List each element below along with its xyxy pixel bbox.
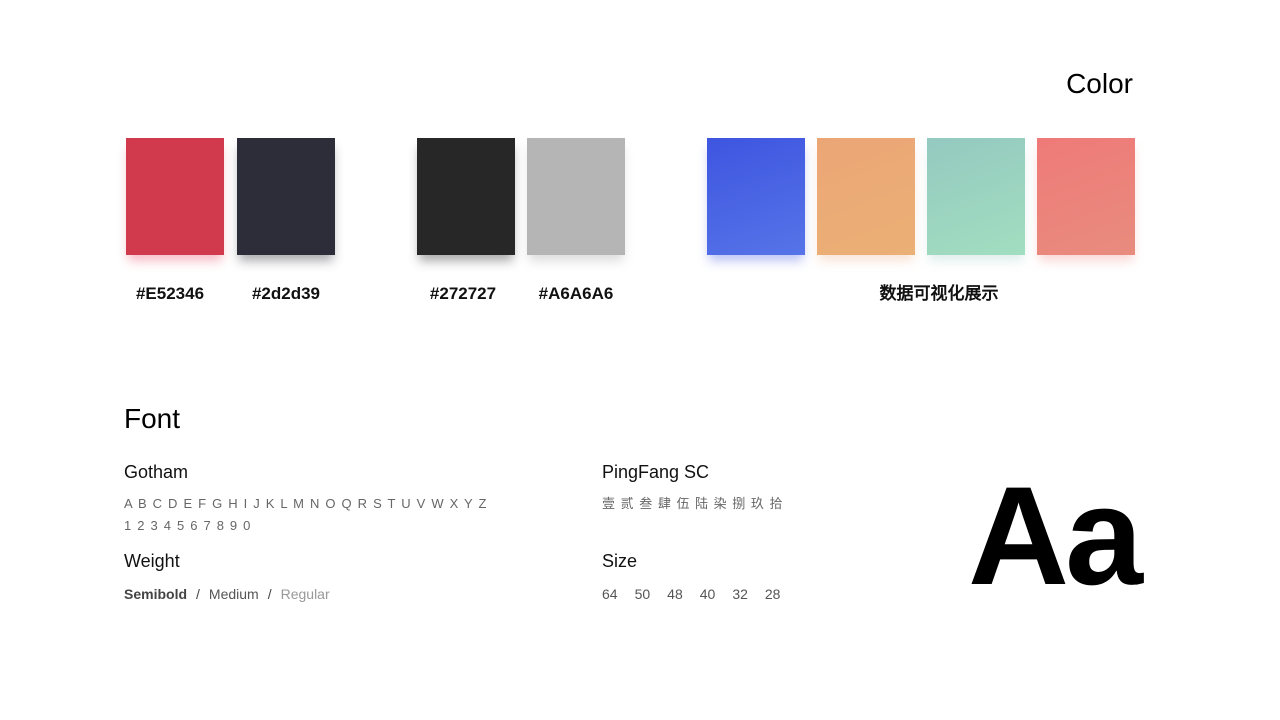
weight-medium: Medium — [208, 586, 259, 602]
dataviz-swatch-orange — [817, 138, 915, 255]
weight-separator: / — [267, 586, 272, 602]
size-value: 40 — [699, 586, 716, 602]
size-value: 64 — [602, 586, 618, 602]
weight-regular: Regular — [280, 586, 330, 602]
size-title: Size — [602, 551, 638, 571]
weight-list: Semibold / Medium / Regular — [124, 586, 330, 602]
color-section-title: Color — [1066, 68, 1133, 99]
color-swatch-light-gray — [527, 138, 625, 255]
gotham-font-name: Gotham — [124, 462, 189, 482]
font-sample-glyph: Aa — [968, 457, 1143, 614]
color-swatch-primary-red — [126, 138, 224, 255]
pingfang-sample: 壹 贰 叁 肆 伍 陆 染 捌 玖 拾 — [602, 496, 784, 511]
font-section-title: Font — [124, 403, 181, 434]
dataviz-swatch-blue — [707, 138, 805, 255]
weight-title: Weight — [124, 551, 180, 571]
gotham-digits: 1 2 3 4 5 6 7 8 9 0 — [124, 518, 252, 533]
color-label-dark-navy: #2d2d39 — [251, 284, 321, 303]
size-value: 32 — [732, 586, 748, 602]
size-value: 50 — [634, 586, 651, 602]
dataviz-swatch-teal — [927, 138, 1025, 255]
weight-semibold: Semibold — [124, 586, 188, 602]
gotham-alphabet: A B C D E F G H I J K L M N O Q R S T U … — [124, 496, 488, 511]
weight-separator: / — [196, 586, 200, 602]
size-value: 28 — [764, 586, 781, 602]
dataviz-swatch-coral — [1037, 138, 1135, 255]
color-swatch-dark-gray — [417, 138, 515, 255]
pingfang-font-name: PingFang SC — [602, 462, 710, 482]
size-value: 48 — [667, 586, 683, 602]
color-label-light-gray: #A6A6A6 — [538, 284, 614, 303]
color-swatch-dark-navy — [237, 138, 335, 255]
size-list: 64 50 48 40 32 28 — [602, 586, 797, 602]
dataviz-label: 数据可视化展示 — [879, 284, 999, 303]
